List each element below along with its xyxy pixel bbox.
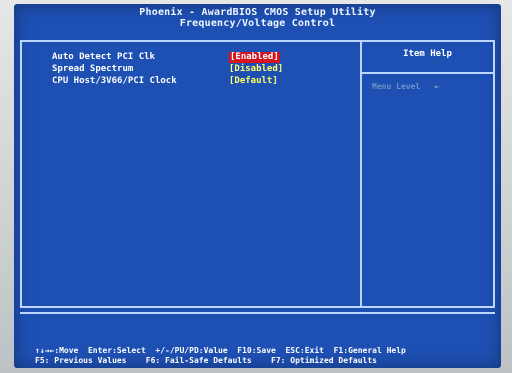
setting-row-cpu-host-clock[interactable]: CPU Host/3V66/PCI Clock [Default]	[52, 76, 352, 88]
setting-label: Spread Spectrum	[52, 64, 134, 74]
bios-screen: Phoenix - AwardBIOS CMOS Setup Utility F…	[14, 4, 501, 368]
monitor-bezel: Phoenix - AwardBIOS CMOS Setup Utility F…	[0, 0, 512, 373]
key-legend-footer: ↑↓→←:Move Enter:Select +/-/PU/PD:Value F…	[20, 312, 495, 368]
setting-value-selected[interactable]: [Enabled]	[229, 52, 280, 63]
menu-level-label: Menu Level ►	[372, 82, 440, 91]
setting-value[interactable]: [Default]	[229, 76, 278, 87]
setting-label: Auto Detect PCI Clk	[52, 52, 155, 62]
title-line-1: Phoenix - AwardBIOS CMOS Setup Utility	[139, 7, 376, 18]
settings-list: Auto Detect PCI Clk [Enabled] Spread Spe…	[52, 52, 352, 88]
panel-divider	[360, 42, 362, 306]
bios-title: Phoenix - AwardBIOS CMOS Setup Utility F…	[14, 7, 501, 29]
key-legend-line-1: ↑↓→←:Move Enter:Select +/-/PU/PD:Value F…	[35, 346, 406, 355]
settings-frame: Auto Detect PCI Clk [Enabled] Spread Spe…	[20, 40, 495, 308]
key-legend-line-2: F5: Previous Values F6: Fail-Safe Defaul…	[35, 356, 377, 365]
item-help-header: Item Help	[403, 49, 452, 59]
help-header-divider	[362, 72, 493, 74]
setting-label: CPU Host/3V66/PCI Clock	[52, 76, 177, 86]
title-line-2: Frequency/Voltage Control	[179, 18, 336, 29]
setting-row-spread-spectrum[interactable]: Spread Spectrum [Disabled]	[52, 64, 352, 76]
setting-row-auto-detect-pci-clk[interactable]: Auto Detect PCI Clk [Enabled]	[52, 52, 352, 64]
key-legend: ↑↓→←:Move Enter:Select +/-/PU/PD:Value F…	[20, 346, 495, 368]
setting-value[interactable]: [Disabled]	[229, 64, 283, 75]
